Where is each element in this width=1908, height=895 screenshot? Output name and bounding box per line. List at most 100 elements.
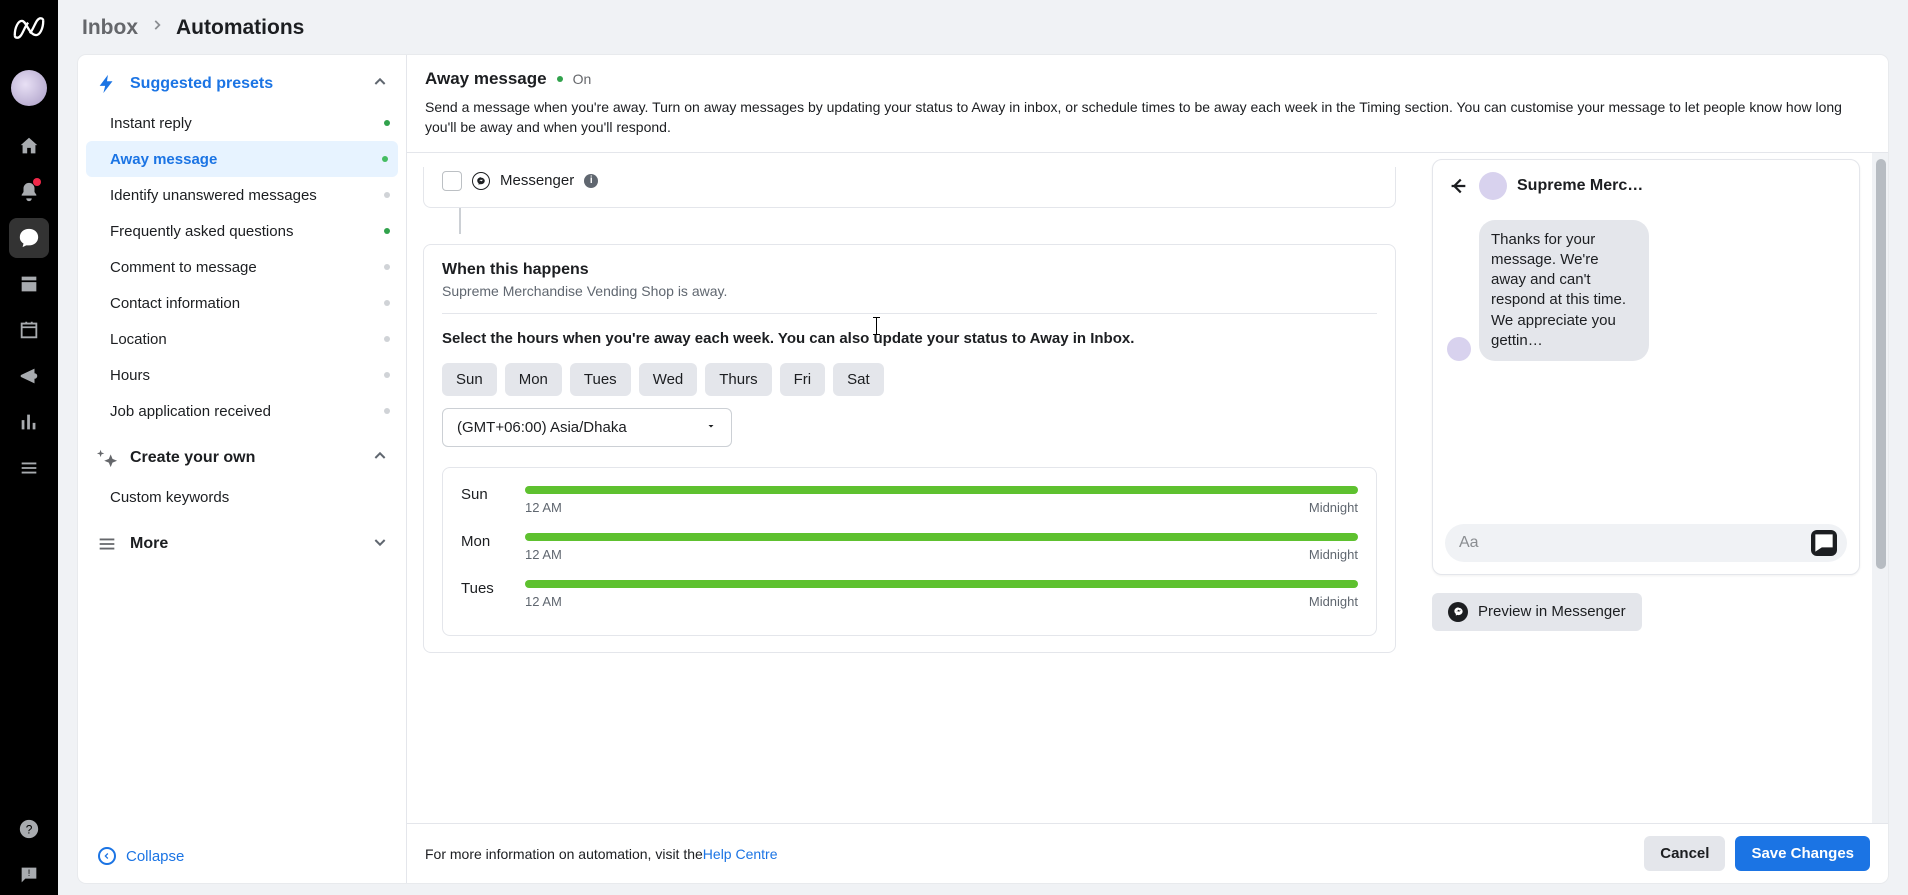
preset-label: Job application received xyxy=(110,403,271,420)
nav-inbox-icon[interactable] xyxy=(9,218,49,258)
help-centre-link[interactable]: Help Centre xyxy=(703,846,778,862)
nav-ads-icon[interactable] xyxy=(9,356,49,396)
schedule-row: Tues 12 AM Midnight xyxy=(461,580,1358,609)
page-name: Supreme Merc… xyxy=(1517,177,1845,195)
composer[interactable]: Aa xyxy=(1445,524,1847,562)
day-wed[interactable]: Wed xyxy=(639,363,698,396)
nav-notifications-icon[interactable] xyxy=(9,172,49,212)
messenger-icon xyxy=(1448,602,1468,622)
schedule-end: Midnight xyxy=(1309,500,1358,515)
preset-job-application[interactable]: Job application received xyxy=(78,393,406,429)
nav-posts-icon[interactable] xyxy=(9,264,49,304)
schedule-start: 12 AM xyxy=(525,547,562,562)
automation-status: On xyxy=(573,71,592,87)
composer-placeholder: Aa xyxy=(1459,534,1811,552)
messenger-label: Messenger xyxy=(500,172,574,189)
preset-label: Location xyxy=(110,331,167,348)
preview-button-label: Preview in Messenger xyxy=(1478,603,1626,620)
save-button[interactable]: Save Changes xyxy=(1735,836,1870,871)
collapse-sidebar-button[interactable]: Collapse xyxy=(78,833,406,883)
schedule-bar[interactable] xyxy=(525,533,1358,541)
schedule-end: Midnight xyxy=(1309,547,1358,562)
chevron-up-icon xyxy=(372,74,388,95)
preset-label: Away message xyxy=(110,151,217,168)
svg-text:?: ? xyxy=(26,823,33,837)
global-nav: ? ! xyxy=(0,0,58,895)
status-dot-on xyxy=(382,156,388,162)
collapse-icon xyxy=(98,847,116,865)
suggested-presets-header[interactable]: Suggested presets xyxy=(78,55,406,105)
collapse-label: Collapse xyxy=(126,848,184,865)
preset-hours[interactable]: Hours xyxy=(78,357,406,393)
automation-description: Send a message when you're away. Turn on… xyxy=(425,97,1870,138)
nav-help-icon[interactable]: ? xyxy=(9,809,49,849)
schedule-end: Midnight xyxy=(1309,594,1358,609)
page-avatar xyxy=(1479,172,1507,200)
preset-label: Contact information xyxy=(110,295,240,312)
preset-away-message[interactable]: Away message xyxy=(86,141,398,177)
preset-label: Frequently asked questions xyxy=(110,223,293,240)
send-icon[interactable] xyxy=(1811,530,1837,556)
footer: For more information on automation, visi… xyxy=(407,823,1888,883)
preset-instant-reply[interactable]: Instant reply xyxy=(78,105,406,141)
create-your-own-title: Create your own xyxy=(130,449,360,467)
nav-insights-icon[interactable] xyxy=(9,402,49,442)
preview-in-messenger-button[interactable]: Preview in Messenger xyxy=(1432,593,1642,631)
select-hours-label: Select the hours when you're away each w… xyxy=(442,328,1377,349)
info-icon[interactable]: i xyxy=(584,174,598,188)
message-bubble: Thanks for your message. We're away and … xyxy=(1479,220,1649,362)
schedule-bar[interactable] xyxy=(525,580,1358,588)
schedule-start: 12 AM xyxy=(525,500,562,515)
create-your-own-header[interactable]: Create your own xyxy=(78,429,406,479)
day-sat[interactable]: Sat xyxy=(833,363,884,396)
when-subtitle: Supreme Merchandise Vending Shop is away… xyxy=(442,283,1377,299)
status-dot-off xyxy=(384,192,390,198)
meta-logo xyxy=(9,8,49,48)
schedule-bar[interactable] xyxy=(525,486,1358,494)
preset-faq[interactable]: Frequently asked questions xyxy=(78,213,406,249)
day-fri[interactable]: Fri xyxy=(780,363,826,396)
content-scrollbar[interactable] xyxy=(1872,153,1888,823)
breadcrumb-parent[interactable]: Inbox xyxy=(82,16,138,40)
more-header[interactable]: More xyxy=(78,515,406,565)
text-cursor-caret xyxy=(876,317,877,335)
messenger-checkbox[interactable] xyxy=(442,171,462,191)
day-sun[interactable]: Sun xyxy=(442,363,497,396)
cancel-button[interactable]: Cancel xyxy=(1644,836,1725,871)
preset-comment-to-message[interactable]: Comment to message xyxy=(78,249,406,285)
day-tues[interactable]: Tues xyxy=(570,363,631,396)
preset-custom-keywords[interactable]: Custom keywords xyxy=(78,479,406,515)
automations-panel: Suggested presets Instant reply Away mes… xyxy=(78,55,1888,883)
nav-feedback-icon[interactable]: ! xyxy=(9,855,49,895)
nav-menu-icon[interactable] xyxy=(9,448,49,488)
automation-form[interactable]: Messenger i When this happens Supreme Me… xyxy=(407,153,1412,823)
timezone-select[interactable]: (GMT+06:00) Asia/Dhaka xyxy=(442,408,732,447)
nav-home-icon[interactable] xyxy=(9,126,49,166)
status-dot-on xyxy=(384,228,390,234)
preset-identify-unanswered[interactable]: Identify unanswered messages xyxy=(78,177,406,213)
status-dot-off xyxy=(384,300,390,306)
nav-calendar-icon[interactable] xyxy=(9,310,49,350)
chevron-down-icon xyxy=(372,534,388,555)
preset-label: Comment to message xyxy=(110,259,257,276)
day-mon[interactable]: Mon xyxy=(505,363,562,396)
preset-contact-information[interactable]: Contact information xyxy=(78,285,406,321)
preset-location[interactable]: Location xyxy=(78,321,406,357)
breadcrumb-current: Automations xyxy=(176,16,304,40)
when-card: When this happens Supreme Merchandise Ve… xyxy=(423,244,1396,653)
profile-avatar[interactable] xyxy=(11,70,47,106)
when-title: When this happens xyxy=(442,261,1377,279)
schedule-day: Mon xyxy=(461,533,505,550)
messenger-icon xyxy=(472,172,490,190)
schedule-day: Tues xyxy=(461,580,505,597)
chevron-right-icon xyxy=(150,18,164,37)
list-icon xyxy=(96,533,118,555)
bubble-avatar xyxy=(1447,337,1471,361)
preset-label: Instant reply xyxy=(110,115,192,132)
back-arrow-icon[interactable] xyxy=(1447,175,1469,197)
schedule-start: 12 AM xyxy=(525,594,562,609)
automation-title: Away message xyxy=(425,69,547,89)
flow-connector xyxy=(459,208,461,234)
status-dot-off xyxy=(384,408,390,414)
day-thurs[interactable]: Thurs xyxy=(705,363,771,396)
